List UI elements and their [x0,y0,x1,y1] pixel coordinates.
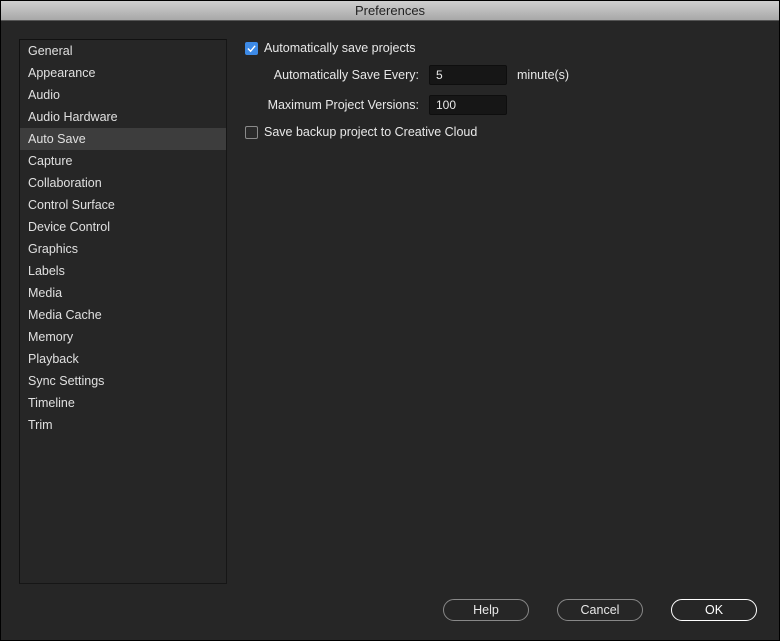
sidebar-item-media[interactable]: Media [20,282,226,304]
sidebar-item-label: Media [28,286,62,300]
titlebar: Preferences [1,1,779,21]
save-every-input[interactable] [429,65,507,85]
sidebar-item-label: Control Surface [28,198,115,212]
backup-cc-checkbox[interactable] [245,126,258,139]
preferences-content: Automatically save projects Automaticall… [245,39,761,584]
checkmark-icon [247,44,256,53]
sidebar-item-capture[interactable]: Capture [20,150,226,172]
auto-save-checkbox-row: Automatically save projects [245,41,761,55]
sidebar-item-label: General [28,44,72,58]
sidebar-item-general[interactable]: General [20,40,226,62]
sidebar-item-trim[interactable]: Trim [20,414,226,436]
sidebar-item-device-control[interactable]: Device Control [20,216,226,238]
sidebar-item-sync-settings[interactable]: Sync Settings [20,370,226,392]
sidebar-item-label: Audio Hardware [28,110,118,124]
cancel-button[interactable]: Cancel [557,599,643,621]
sidebar-item-label: Timeline [28,396,75,410]
max-versions-input[interactable] [429,95,507,115]
sidebar-item-label: Auto Save [28,132,86,146]
sidebar-item-labels[interactable]: Labels [20,260,226,282]
dialog-footer: Help Cancel OK [1,592,779,640]
sidebar-item-playback[interactable]: Playback [20,348,226,370]
max-versions-row: Maximum Project Versions: [249,95,761,115]
auto-save-checkbox[interactable] [245,42,258,55]
sidebar-item-label: Sync Settings [28,374,104,388]
save-every-label: Automatically Save Every: [249,68,419,82]
sidebar-item-label: Device Control [28,220,110,234]
sidebar-item-audio-hardware[interactable]: Audio Hardware [20,106,226,128]
ok-button[interactable]: OK [671,599,757,621]
window-body: General Appearance Audio Audio Hardware … [1,21,779,592]
sidebar-item-media-cache[interactable]: Media Cache [20,304,226,326]
sidebar-item-label: Appearance [28,66,95,80]
sidebar-item-memory[interactable]: Memory [20,326,226,348]
help-button[interactable]: Help [443,599,529,621]
sidebar-item-label: Media Cache [28,308,102,322]
save-every-suffix: minute(s) [517,68,569,82]
sidebar-item-collaboration[interactable]: Collaboration [20,172,226,194]
save-every-row: Automatically Save Every: minute(s) [249,65,761,85]
sidebar-item-graphics[interactable]: Graphics [20,238,226,260]
sidebar-item-label: Graphics [28,242,78,256]
sidebar-item-label: Collaboration [28,176,102,190]
preferences-sidebar: General Appearance Audio Audio Hardware … [19,39,227,584]
sidebar-item-label: Memory [28,330,73,344]
preferences-window: Preferences General Appearance Audio Aud… [0,0,780,641]
sidebar-item-label: Audio [28,88,60,102]
sidebar-item-auto-save[interactable]: Auto Save [20,128,226,150]
window-title: Preferences [355,3,425,18]
sidebar-item-label: Trim [28,418,53,432]
backup-cc-row: Save backup project to Creative Cloud [245,125,761,139]
sidebar-item-timeline[interactable]: Timeline [20,392,226,414]
auto-save-checkbox-label: Automatically save projects [264,41,415,55]
backup-cc-checkbox-label: Save backup project to Creative Cloud [264,125,477,139]
sidebar-item-label: Capture [28,154,72,168]
sidebar-item-control-surface[interactable]: Control Surface [20,194,226,216]
sidebar-item-label: Playback [28,352,79,366]
sidebar-item-audio[interactable]: Audio [20,84,226,106]
max-versions-label: Maximum Project Versions: [249,98,419,112]
sidebar-item-label: Labels [28,264,65,278]
sidebar-item-appearance[interactable]: Appearance [20,62,226,84]
